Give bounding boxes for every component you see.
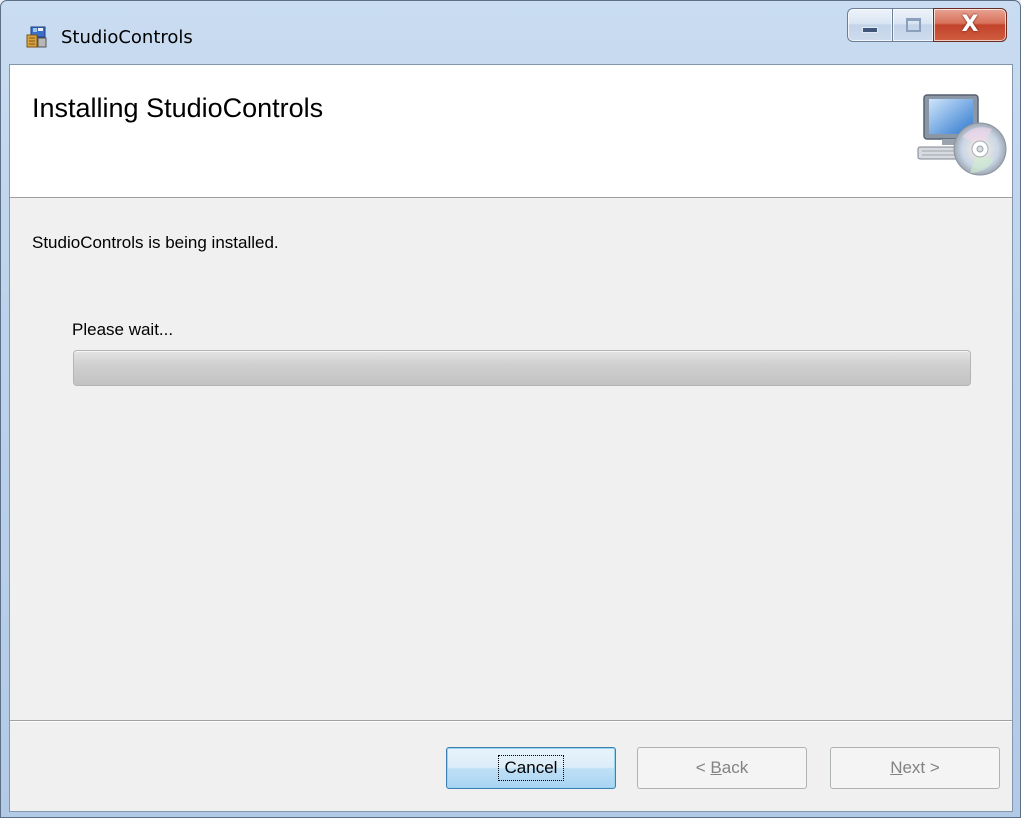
cancel-button[interactable]: Cancel [446, 747, 616, 789]
progress-label: Please wait... [72, 320, 174, 339]
caption-buttons: X [847, 8, 1007, 42]
footer-divider [10, 720, 1012, 722]
dialog-client-area: Installing StudioControls StudioControls… [9, 64, 1013, 812]
installer-package-icon [26, 26, 47, 48]
next-button-label: Next > [890, 758, 940, 777]
close-icon: X [961, 12, 979, 37]
install-status-text: StudioControls is being installed. [32, 233, 279, 252]
back-button[interactable]: < Back [637, 747, 807, 789]
minimize-icon [862, 27, 878, 33]
cancel-button-label: Cancel [497, 755, 565, 781]
back-button-label: < Back [695, 758, 749, 777]
install-progress-bar [73, 350, 971, 386]
maximize-button[interactable] [892, 8, 933, 42]
window-title: StudioControls [61, 27, 193, 48]
minimize-button[interactable] [847, 8, 892, 42]
installer-window: StudioControls X Installing StudioContro… [0, 0, 1021, 818]
page-title: Installing StudioControls [32, 93, 324, 123]
header-banner: Installing StudioControls [10, 65, 1012, 198]
title-bar[interactable]: StudioControls X [1, 1, 1020, 64]
next-button[interactable]: Next > [830, 747, 1000, 789]
computer-cd-icon [917, 94, 1007, 176]
close-button[interactable]: X [933, 8, 1007, 42]
maximize-icon [905, 18, 921, 32]
